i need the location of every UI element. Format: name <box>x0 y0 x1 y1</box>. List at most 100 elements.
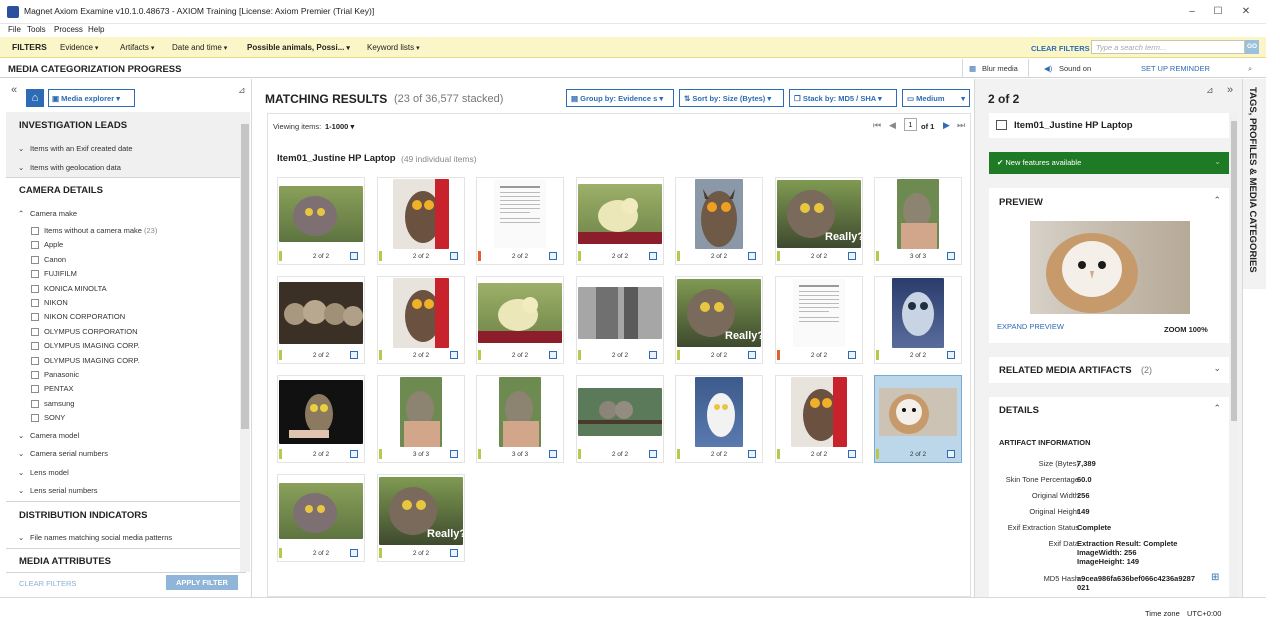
next-page-icon[interactable]: ▶ <box>943 120 950 131</box>
menu-help[interactable]: Help <box>88 25 104 34</box>
stack-icon[interactable] <box>350 450 358 458</box>
camera-make-checkbox[interactable] <box>31 371 39 379</box>
chevron-up-icon[interactable]: ⌃ <box>18 209 24 218</box>
chevron-down-icon[interactable]: ⌄ <box>18 468 24 477</box>
details-heading[interactable]: DETAILS <box>999 405 1039 416</box>
collapse-icon[interactable]: ⌃ <box>1213 403 1221 414</box>
maximize-button[interactable]: ☐ <box>1208 4 1228 20</box>
section-distribution-indicators[interactable]: DISTRIBUTION INDICATORS <box>0 510 240 521</box>
lead-geolocation[interactable]: Items with geolocation data <box>30 163 121 172</box>
stack-icon[interactable] <box>649 450 657 458</box>
camera-make-checkbox[interactable] <box>31 241 39 250</box>
camera-make-checkbox[interactable] <box>31 342 39 351</box>
preview-heading[interactable]: PREVIEW <box>999 197 1043 208</box>
camera-make-label[interactable]: samsung <box>44 399 74 408</box>
thumbnail-item[interactable]: Really? 2 of 2 <box>377 474 465 562</box>
thumbnail-item[interactable]: 2 of 2 <box>775 375 863 463</box>
chevron-down-icon[interactable]: ⌄ <box>18 486 24 495</box>
scroll-thumb[interactable] <box>241 124 249 429</box>
stack-icon[interactable] <box>947 351 955 359</box>
expand-icon[interactable]: ⌄ <box>1213 363 1221 374</box>
menu-tools[interactable]: Tools <box>27 25 46 34</box>
lead-exif-date[interactable]: Items with an Exif created date <box>30 144 133 153</box>
right-scrollbar[interactable] <box>1230 113 1238 597</box>
speaker-icon[interactable]: ◀) <box>1044 64 1052 73</box>
camera-make-checkbox[interactable] <box>31 313 39 322</box>
stack-icon[interactable] <box>848 252 856 260</box>
camera-make-label[interactable]: OLYMPUS IMAGING CORP. <box>44 356 140 365</box>
search-go-button[interactable]: GO <box>1245 40 1259 54</box>
zoom-level[interactable]: ZOOM 100% <box>1164 325 1208 334</box>
thumbnail-item[interactable]: 2 of 2 <box>277 177 365 265</box>
search-input[interactable]: Type a search term... <box>1091 40 1245 54</box>
chevron-down-icon[interactable]: ⌄ <box>18 163 24 172</box>
thumbnail-item[interactable]: 2 of 2 <box>874 375 962 463</box>
group-by-dropdown[interactable]: ▤ Group by: Evidence s ▾ <box>566 89 674 107</box>
stack-icon[interactable] <box>549 450 557 458</box>
camera-make-node[interactable]: Camera make <box>30 209 77 218</box>
camera-make-checkbox[interactable] <box>31 284 39 293</box>
apply-filter-button[interactable]: APPLY FILTER <box>166 575 238 590</box>
clear-filters-left[interactable]: CLEAR FILTERS <box>19 579 76 588</box>
stack-icon[interactable] <box>450 252 458 260</box>
pin-icon[interactable]: ⌕ <box>1248 64 1252 74</box>
stack-icon[interactable] <box>947 450 955 458</box>
filter-date-time[interactable]: Date and time <box>172 43 227 52</box>
camera-make-label[interactable]: SONY <box>44 413 65 422</box>
camera-make-checkbox[interactable] <box>31 385 39 394</box>
camera-make-label[interactable]: OLYMPUS IMAGING CORP. <box>44 341 140 350</box>
thumbnail-item[interactable]: Really? 2 of 2 <box>775 177 863 265</box>
camera-make-label[interactable]: OLYMPUS CORPORATION <box>44 327 137 336</box>
prev-page-icon[interactable]: ◀ <box>889 120 896 131</box>
camera-make-label[interactable]: KONICA MINOLTA <box>44 284 107 293</box>
time-zone-value[interactable]: UTC+0:00 <box>1187 609 1221 618</box>
thumbnail-item[interactable]: Really? 2 of 2 <box>675 276 763 364</box>
menu-file[interactable]: File <box>8 25 21 34</box>
camera-make-checkbox[interactable] <box>31 299 39 307</box>
left-scrollbar[interactable] <box>240 112 250 572</box>
sort-by-dropdown[interactable]: ⇅ Sort by: Size (Bytes) ▾ <box>679 89 784 107</box>
chevron-down-icon[interactable]: ⌄ <box>18 533 24 542</box>
preview-image[interactable] <box>1030 221 1190 314</box>
page-input[interactable]: 1 <box>904 118 917 131</box>
camera-make-label[interactable]: NIKON <box>44 298 68 307</box>
section-media-attributes[interactable]: MEDIA ATTRIBUTES <box>0 556 240 567</box>
sound-toggle[interactable]: Sound on <box>1059 64 1091 73</box>
pin-icon[interactable]: ⊿ <box>238 85 246 96</box>
camera-model-node[interactable]: Camera model <box>30 431 79 440</box>
filter-tags[interactable]: Possible animals, Possi... <box>247 43 350 52</box>
camera-make-checkbox[interactable] <box>31 255 39 264</box>
lens-serial-node[interactable]: Lens serial numbers <box>30 486 98 495</box>
stack-icon[interactable] <box>848 351 856 359</box>
camera-make-label[interactable]: Items without a camera make <box>44 226 142 235</box>
filter-keyword-lists[interactable]: Keyword lists <box>367 43 420 52</box>
camera-make-label[interactable]: Canon <box>44 255 66 264</box>
stack-icon[interactable] <box>450 351 458 359</box>
thumbnail-item[interactable]: 2 of 2 <box>476 276 564 364</box>
stack-icon[interactable] <box>947 252 955 260</box>
thumbnail-item[interactable]: 2 of 2 <box>675 177 763 265</box>
stack-icon[interactable] <box>549 252 557 260</box>
viewing-range-dropdown[interactable]: 1-1000 ▾ <box>325 122 354 131</box>
camera-serial-node[interactable]: Camera serial numbers <box>30 449 108 458</box>
thumbnail-item[interactable]: 2 of 2 <box>476 177 564 265</box>
thumbnail-item[interactable]: 2 of 2 <box>576 177 664 265</box>
set-up-reminder-link[interactable]: SET UP REMINDER <box>1141 64 1210 73</box>
filter-evidence[interactable]: Evidence <box>60 43 98 52</box>
expand-icon[interactable]: ⌄ <box>1214 157 1221 166</box>
stack-icon[interactable] <box>649 351 657 359</box>
thumbnail-item[interactable]: 3 of 3 <box>874 177 962 265</box>
stack-icon[interactable] <box>549 351 557 359</box>
thumbnail-item[interactable]: 2 of 2 <box>675 375 763 463</box>
thumbnail-item[interactable]: 2 of 2 <box>377 276 465 364</box>
close-button[interactable]: ✕ <box>1236 4 1256 20</box>
camera-make-checkbox[interactable] <box>31 270 39 279</box>
last-page-icon[interactable]: ⏭ <box>957 120 965 131</box>
stack-icon[interactable] <box>649 252 657 260</box>
stack-icon[interactable] <box>748 252 756 260</box>
camera-make-label[interactable]: Apple <box>44 240 63 249</box>
chevron-down-icon[interactable]: ⌄ <box>18 431 24 440</box>
thumbnail-item[interactable]: 2 of 2 <box>576 375 664 463</box>
thumbnail-item[interactable]: 3 of 3 <box>476 375 564 463</box>
camera-make-checkbox[interactable] <box>31 414 39 423</box>
